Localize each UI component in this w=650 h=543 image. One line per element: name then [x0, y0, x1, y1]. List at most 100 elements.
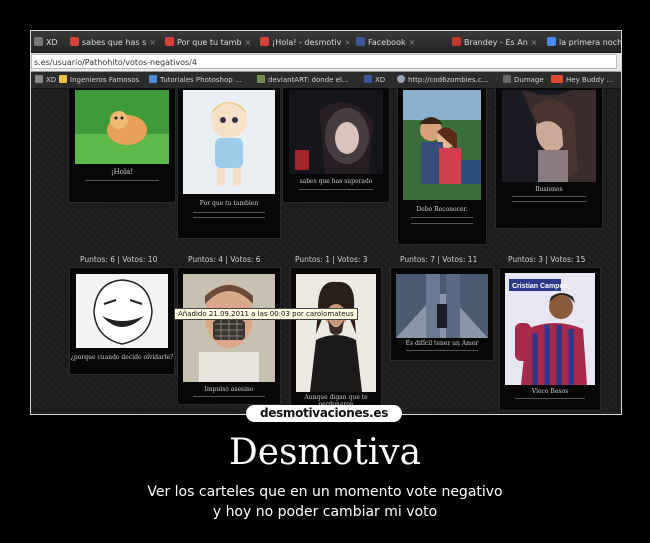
poster-subtitle-line — [193, 217, 265, 218]
bookmark-hey-buddy[interactable]: Hey Buddy ... — [551, 72, 613, 88]
address-bar: s.es/usuario/Pathohito/votos-negativos/4 — [31, 53, 621, 72]
tab-gmail[interactable]: Brandey - Es An × — [449, 34, 541, 51]
site-logo[interactable]: desmotivaciones.es — [246, 405, 402, 422]
tab-xd[interactable]: XD — [31, 34, 65, 51]
poster-stats: Puntos: 1 | Votos: 3 — [295, 255, 368, 264]
close-icon[interactable]: × — [344, 38, 349, 47]
desmotivaciones-icon — [165, 37, 174, 46]
poster-title: Desmotiva — [228, 432, 422, 473]
poster-image — [289, 90, 383, 174]
bookmark-deviantart[interactable]: deviantART: donde el... — [257, 72, 349, 88]
lol-icon — [551, 75, 563, 83]
poster-es-dificil[interactable]: Es difícil tener un Amor — [390, 267, 494, 361]
bookmark-dumage[interactable]: Dumage — [503, 72, 544, 88]
close-icon[interactable]: × — [149, 38, 156, 47]
tooltip: Añadido 21.09.2011 a las 00:03 por carol… — [174, 308, 358, 320]
poster-image — [502, 90, 596, 182]
poster-ilusiones[interactable]: Ilusiones — [495, 87, 603, 229]
poster-subtitle-line — [84, 180, 160, 181]
bookmark-label: XD — [375, 76, 386, 84]
page-icon — [35, 75, 43, 83]
poster-image — [76, 274, 168, 348]
poster-por-que-tu-tambien[interactable]: Por que tu tambien — [177, 87, 281, 239]
close-icon[interactable]: × — [245, 38, 252, 47]
poster-subtitle-line — [411, 223, 473, 224]
poster-caption-text: Ver los carteles que en un momento vote … — [0, 482, 650, 522]
poster-debo-reconocer[interactable]: Debo Reconocer. — [397, 87, 487, 245]
gmail-icon — [452, 37, 461, 46]
poster-impulso-asesino[interactable]: Impulso asesino — [177, 267, 281, 405]
poster-subtitle-line — [193, 396, 265, 397]
bookmark-label: Hey Buddy ... — [566, 76, 614, 84]
poster-image — [183, 274, 275, 382]
poster-caption: Impulso asesino — [204, 386, 254, 393]
poster-vieco-besos[interactable]: Cristian Campos Vieco Besos — [499, 267, 601, 411]
bookmark-label: Ingenieros Famosos — [70, 76, 140, 84]
close-icon[interactable]: × — [409, 38, 416, 47]
folder-icon — [59, 75, 67, 83]
poster-aunque-digan[interactable]: Aunque digan que te perdonaron — [290, 267, 382, 411]
poster-subtitle-line — [298, 189, 374, 190]
bookmark-label: XD — [46, 76, 57, 84]
url-input[interactable]: s.es/usuario/Pathohito/votos-negativos/4 — [31, 54, 617, 69]
tab-label: Facebook — [368, 38, 406, 47]
tab-label: Brandey - Es An — [464, 38, 528, 47]
google-icon — [547, 37, 556, 46]
poster-subtitle-line — [411, 217, 473, 218]
poster-image — [396, 274, 488, 338]
poster-stats: Puntos: 6 | Votos: 10 — [80, 255, 158, 264]
poster-subtitle-line — [406, 350, 478, 351]
desmotivaciones-icon — [70, 37, 79, 46]
poster-caption: ¡Hola! — [110, 168, 134, 176]
bookmark-xd-facebook[interactable]: XD — [364, 72, 385, 88]
poster-porque-cuando-decido[interactable]: ¿porque cuando decido olvidarle? — [69, 267, 175, 375]
tab-hola[interactable]: ¡Hola! - desmotiv× — [257, 34, 349, 51]
tab-por-que[interactable]: Por que tu tamb × — [162, 34, 254, 51]
tab-google[interactable]: la primera noche — [544, 34, 621, 51]
tab-bar: XD sabes que has s × Por que tu tamb × ¡Ho… — [31, 31, 621, 53]
page-icon — [503, 75, 511, 83]
bookmark-label: Tutoriales Photoshop ... — [160, 76, 242, 84]
poster-caption: Ilusiones — [535, 186, 563, 193]
facebook-icon — [356, 37, 365, 46]
bookmark-cod6zombies[interactable]: http://cod6zombies.c... — [397, 72, 488, 88]
poster-hola[interactable]: ¡Hola! — [68, 87, 176, 203]
bookmark-label: Dumage — [514, 76, 544, 84]
poster-name-label: Cristian Campos — [512, 283, 568, 290]
bookmark-xd[interactable]: XD — [35, 72, 56, 88]
poster-caption: sabes que has superado — [299, 178, 373, 185]
caption-line: y hoy no poder cambiar mi voto — [212, 504, 438, 520]
page-icon — [34, 37, 43, 46]
poster-image — [296, 274, 376, 392]
tab-label: ¡Hola! - desmotiv — [272, 38, 342, 47]
bookmark-label: deviantART: donde el... — [268, 76, 349, 84]
poster-image — [183, 90, 275, 194]
poster-subtitle-line — [511, 196, 587, 197]
poster-caption: Es difícil tener un Amor — [405, 340, 479, 347]
poster-caption: Debo Reconocer. — [416, 206, 468, 213]
tab-sabes[interactable]: sabes que has s × — [67, 34, 159, 51]
poster-caption: Vieco Besos — [531, 388, 569, 395]
bookmark-label: http://cod6zombies.c... — [408, 76, 489, 84]
poster-stats: Puntos: 3 | Votos: 15 — [508, 255, 586, 264]
tab-label: XD — [46, 38, 58, 47]
bookmark-icon — [149, 75, 157, 83]
globe-icon — [397, 75, 405, 83]
poster-stats: Puntos: 7 | Votos: 11 — [400, 255, 478, 264]
poster-sabes-que-has-superado[interactable]: sabes que has superado — [282, 87, 390, 203]
poster-image — [75, 90, 169, 164]
caption-line: Ver los carteles que en un momento vote … — [147, 484, 503, 500]
poster-image: Cristian Campos — [505, 273, 595, 385]
close-icon[interactable]: × — [531, 38, 538, 47]
screenshot-frame: XD sabes que has s × Por que tu tamb × ¡Ho… — [30, 30, 622, 415]
poster-subtitle-line — [193, 212, 265, 213]
poster-subtitle-line — [515, 398, 585, 399]
tab-facebook[interactable]: Facebook × — [353, 34, 445, 51]
poster-stats: Puntos: 4 | Votos: 6 — [188, 255, 261, 264]
poster-caption: ¿porque cuando decido olvidarle? — [70, 354, 174, 361]
bookmark-ingenieros[interactable]: Ingenieros Famosos — [59, 72, 139, 88]
poster-subtitle-line — [511, 201, 587, 202]
desmotivaciones-icon — [260, 37, 269, 46]
bookmark-tutoriales[interactable]: Tutoriales Photoshop ... — [149, 72, 242, 88]
poster-caption: Por que tu tambien — [199, 200, 259, 207]
